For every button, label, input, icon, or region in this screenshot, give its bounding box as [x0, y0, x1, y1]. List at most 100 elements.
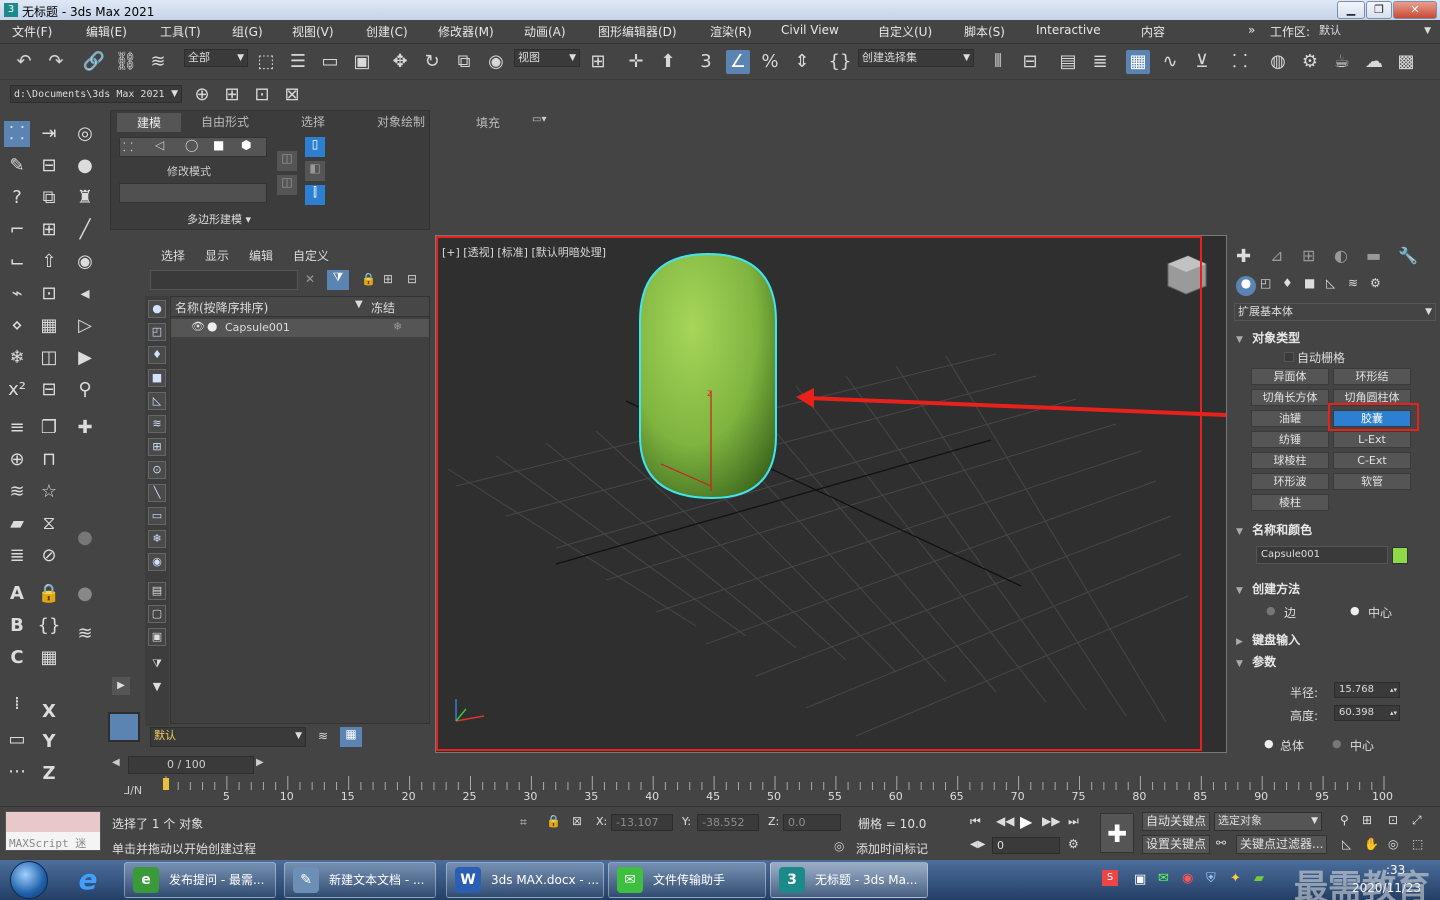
- scale-icon[interactable]: ⧉: [452, 50, 476, 74]
- menu-view[interactable]: 视图(V): [292, 23, 334, 40]
- add-time-tag[interactable]: 添加时间标记: [856, 840, 928, 857]
- prism-button[interactable]: 棱柱: [1251, 494, 1329, 511]
- copy-icon[interactable]: ❐: [36, 415, 62, 441]
- pan-icon[interactable]: ✋: [1364, 837, 1379, 851]
- render-icon[interactable]: ☁: [1362, 50, 1386, 74]
- ribbon-side-icon-3[interactable]: ⫿: [305, 185, 325, 205]
- star-icon[interactable]: ☆: [36, 479, 62, 505]
- hidden-filter-icon[interactable]: ◉: [148, 553, 166, 571]
- material-editor-icon[interactable]: ◍: [1266, 50, 1290, 74]
- render-frame-icon[interactable]: ☕: [1330, 50, 1354, 74]
- ribbon-tab-populate[interactable]: 填充: [476, 114, 500, 131]
- edge-icon[interactable]: ◁: [155, 138, 164, 152]
- filter-funnel-icon[interactable]: ⧩: [148, 656, 166, 674]
- zoom-icon[interactable]: ⚲: [1340, 813, 1349, 827]
- ribbon-toggle-icon[interactable]: ▦: [1126, 50, 1150, 74]
- l-ext-button[interactable]: L-Ext: [1333, 431, 1411, 448]
- column-name-header[interactable]: 名称(按降序排序): [175, 299, 268, 316]
- ruler-icon[interactable]: ▭: [4, 727, 30, 753]
- tray-network-icon[interactable]: ▣: [1134, 872, 1146, 887]
- task-item[interactable]: ✎ 新建文本文档 - ...: [284, 862, 436, 898]
- table-row[interactable]: 👁 ● Capsule001 ❄: [171, 319, 429, 337]
- geometry-filter-icon[interactable]: ●: [148, 300, 166, 318]
- hide-icon[interactable]: ◫: [36, 345, 62, 371]
- arrow-up-icon[interactable]: ⇧: [36, 249, 62, 275]
- select-by-name-icon[interactable]: ☰: [286, 50, 310, 74]
- grid-tool-icon[interactable]: ▦: [36, 313, 62, 339]
- explorer-options-icon[interactable]: ⊟: [407, 272, 417, 286]
- pivot-icon[interactable]: ⊞: [586, 50, 610, 74]
- scene-states-icon[interactable]: ◎: [72, 121, 98, 147]
- shapes-icon[interactable]: ●: [72, 153, 98, 179]
- orbit-icon[interactable]: ◎: [1388, 837, 1398, 851]
- oil-tank-button[interactable]: 油罐: [1251, 410, 1329, 427]
- brush-icon[interactable]: ╱: [72, 217, 98, 243]
- create-tab-icon[interactable]: ✚: [1236, 246, 1251, 267]
- fov-icon[interactable]: ◺: [1342, 837, 1351, 851]
- explorer-tab-display[interactable]: 显示: [205, 247, 229, 264]
- explorer-tab-customize[interactable]: 自定义: [293, 247, 329, 264]
- rotate-icon[interactable]: ↻: [420, 50, 444, 74]
- spacewarps-category-icon[interactable]: ≋: [1348, 276, 1358, 290]
- film-icon[interactable]: ▶: [72, 345, 98, 371]
- keyboard-shortcut-icon[interactable]: ⬆: [656, 50, 680, 74]
- radius-spinner[interactable]: 15.768 ▴▾: [1334, 682, 1400, 698]
- project-settings-icon[interactable]: ⊠: [280, 83, 304, 107]
- minimize-button[interactable]: ▁: [1337, 1, 1365, 19]
- speaker-icon[interactable]: ◂: [72, 281, 98, 307]
- menu-civil-view[interactable]: Civil View: [781, 23, 839, 37]
- ribbon-tab-object-paint[interactable]: 对象绘制: [377, 113, 425, 130]
- menu-group[interactable]: 组(G): [232, 23, 263, 40]
- add-node-icon[interactable]: ✚: [72, 415, 98, 441]
- ribbon-tab-freeform[interactable]: 自由形式: [201, 113, 249, 130]
- ring-wave-button[interactable]: 环形波: [1251, 473, 1329, 490]
- key-mode-icon[interactable]: ◀▶: [970, 839, 985, 850]
- time-prev-icon[interactable]: ◀: [112, 757, 120, 768]
- object-type-rollout[interactable]: ▼ 对象类型: [1236, 329, 1430, 349]
- percent-snap-icon[interactable]: %: [758, 50, 782, 74]
- container-icon[interactable]: ⊟: [36, 377, 62, 403]
- key-filters-button[interactable]: 关键点过滤器...: [1236, 835, 1328, 854]
- tray-shield-icon[interactable]: ⛨: [1206, 871, 1216, 886]
- freeze-icon[interactable]: ❄: [4, 345, 30, 371]
- axis-z-icon[interactable]: Z: [36, 761, 62, 787]
- workspace-dropdown[interactable]: 默认 ▼: [1316, 23, 1434, 41]
- menu-rendering[interactable]: 渲染(R): [710, 23, 752, 40]
- hedra-button[interactable]: 异面体: [1251, 368, 1329, 385]
- tray-weibo-icon[interactable]: ◉: [1182, 871, 1193, 886]
- render-online-icon[interactable]: ▩: [1394, 50, 1418, 74]
- script-listener-icon[interactable]: ⇥: [36, 121, 62, 147]
- select-edge-icon[interactable]: ⋄: [4, 313, 30, 339]
- next-frame-icon[interactable]: ▶▶: [1042, 814, 1060, 828]
- move-icon[interactable]: ✥: [388, 50, 412, 74]
- task-item-active[interactable]: 3 无标题 - 3ds Ma...: [770, 862, 928, 898]
- gizmo-icon[interactable]: ⧖: [36, 511, 62, 537]
- mini-curve-icon[interactable]: ⅃∕N: [124, 784, 142, 797]
- tray-sogou-icon[interactable]: S: [1102, 870, 1118, 886]
- select-mode-icon[interactable]: ⸬: [4, 121, 30, 147]
- calendar-icon[interactable]: ▦: [36, 645, 62, 671]
- explorer-lock-icon[interactable]: 🔒: [361, 272, 376, 286]
- layer-dropdown[interactable]: 默认 ▼: [150, 727, 306, 747]
- display-tab-icon[interactable]: ▬: [1366, 246, 1381, 265]
- lasso-icon[interactable]: ✎: [4, 153, 30, 179]
- column-freeze-header[interactable]: 冻结: [371, 299, 395, 316]
- c-ext-button[interactable]: C-Ext: [1333, 452, 1411, 469]
- vertex-icon[interactable]: ⸬: [123, 138, 133, 155]
- project-folder-icon[interactable]: ⊡: [250, 83, 274, 107]
- tray-app-icon[interactable]: ✦: [1230, 871, 1241, 886]
- border-icon[interactable]: ◯: [185, 138, 198, 152]
- hose-button[interactable]: 软管: [1333, 473, 1411, 490]
- overall-radio[interactable]: ●: [1264, 737, 1274, 750]
- selection-lock-icon[interactable]: 🔒: [546, 814, 561, 828]
- explorer-tab-select[interactable]: 选择: [161, 247, 185, 264]
- goto-start-icon[interactable]: ⏮: [970, 814, 981, 829]
- lights-category-icon[interactable]: ♦: [1282, 276, 1293, 290]
- lock-icon[interactable]: 🔒: [36, 581, 62, 607]
- menu-scripting[interactable]: 脚本(S): [964, 23, 1005, 40]
- menu-file[interactable]: 文件(F): [12, 23, 52, 40]
- start-button[interactable]: [10, 861, 48, 899]
- redo-icon[interactable]: ↷: [44, 50, 68, 74]
- menu-interactive[interactable]: Interactive: [1036, 23, 1101, 37]
- tray-nvidia-icon[interactable]: ▰: [1254, 871, 1264, 886]
